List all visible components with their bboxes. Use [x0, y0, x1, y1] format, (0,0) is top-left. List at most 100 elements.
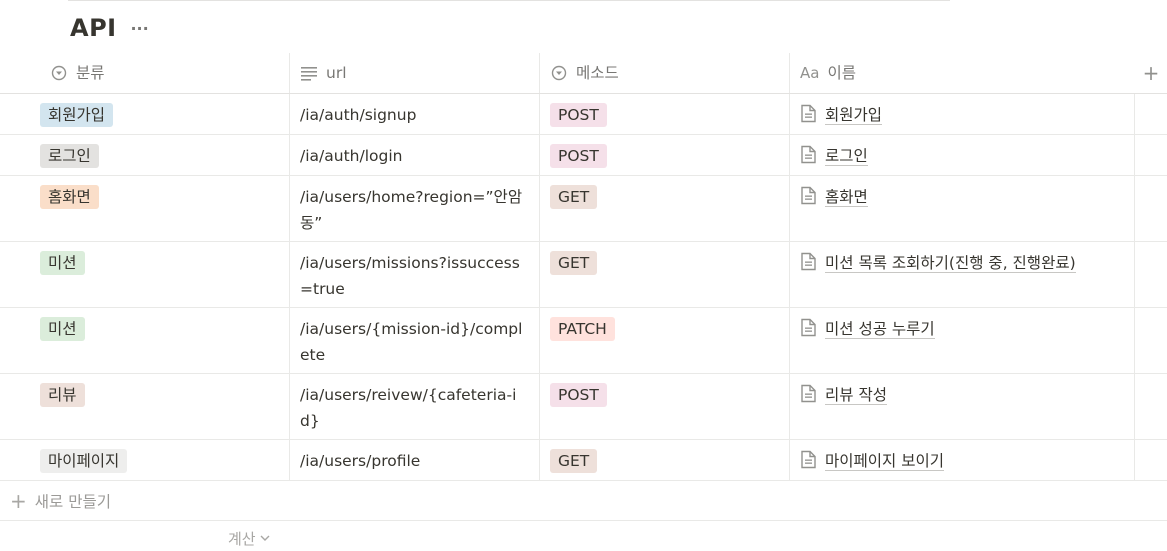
method-cell[interactable]: POST [540, 135, 790, 175]
column-header-label: 메소드 [576, 64, 619, 82]
empty-cell [1135, 374, 1167, 439]
page-title: 회원가입 [825, 106, 883, 125]
chevron-down-icon [260, 532, 270, 545]
database-table: 분류 url 메소드 Aa 이름 + 회원가입/ia/auth/signup PO… [0, 53, 1167, 481]
page-title: 홈화면 [825, 188, 868, 207]
method-tag: POST [550, 103, 607, 127]
page-icon [800, 384, 817, 411]
add-column-button[interactable]: + [1135, 53, 1167, 93]
category-cell[interactable]: 로그인 [0, 135, 290, 175]
method-cell[interactable]: POST [540, 374, 790, 439]
method-tag: GET [550, 449, 598, 473]
page-icon [800, 252, 817, 279]
table-header-row: 분류 url 메소드 Aa 이름 + [0, 53, 1167, 94]
column-header-url[interactable]: url [290, 53, 540, 93]
table-row[interactable]: 미션/ia/users/missions?issuccess=true GET 미션… [0, 242, 1167, 308]
name-cell[interactable]: 마이페이지 보이기 [790, 440, 1135, 480]
page-title: 마이페이지 보이기 [825, 452, 945, 471]
more-horizontal-icon[interactable]: ··· [129, 17, 151, 39]
database-title[interactable]: API [70, 14, 117, 42]
name-cell[interactable]: 회원가입 [790, 94, 1135, 134]
url-cell[interactable]: /ia/users/missions?issuccess=true [290, 242, 540, 307]
column-header-label: 이름 [827, 64, 856, 82]
method-tag: GET [550, 185, 598, 209]
column-header-category[interactable]: 분류 [0, 53, 290, 93]
url-cell[interactable]: /ia/auth/login [290, 135, 540, 175]
table-row[interactable]: 마이페이지/ia/users/profile GET 마이페이지 보이기 [0, 440, 1167, 481]
empty-cell [1135, 176, 1167, 241]
plus-icon: + [1142, 61, 1160, 85]
page-link[interactable]: 홈화면 [800, 184, 1124, 213]
method-tag: GET [550, 251, 598, 275]
page-title: 리뷰 작성 [825, 386, 887, 405]
title-icon: Aa [800, 64, 820, 82]
select-icon [50, 64, 68, 82]
table-row[interactable]: 회원가입/ia/auth/signup POST 회원가입 [0, 94, 1167, 135]
page-link[interactable]: 로그인 [800, 143, 1124, 172]
table-row[interactable]: 미션/ia/users/{mission-id}/complete PATCH 미션… [0, 308, 1167, 374]
table-row[interactable]: 홈화면/ia/users/home?region=”안암동” GET 홈화면 [0, 176, 1167, 242]
name-cell[interactable]: 로그인 [790, 135, 1135, 175]
page-icon [800, 186, 817, 213]
category-cell[interactable]: 미션 [0, 242, 290, 307]
url-cell[interactable]: /ia/auth/signup [290, 94, 540, 134]
page-icon [800, 104, 817, 131]
page-link[interactable]: 미션 성공 누루기 [800, 316, 1124, 345]
empty-cell [1135, 94, 1167, 134]
method-cell[interactable]: PATCH [540, 308, 790, 373]
method-cell[interactable]: GET [540, 440, 790, 480]
top-divider [68, 0, 950, 1]
category-cell[interactable]: 마이페이지 [0, 440, 290, 480]
name-cell[interactable]: 리뷰 작성 [790, 374, 1135, 439]
category-tag: 미션 [40, 251, 85, 275]
page-link[interactable]: 미션 목록 조회하기(진행 중, 진행완료) [800, 250, 1124, 279]
empty-cell [1135, 440, 1167, 480]
method-tag: PATCH [550, 317, 615, 341]
new-row-button[interactable]: + 새로 만들기 [0, 482, 1167, 521]
url-cell[interactable]: /ia/users/home?region=”안암동” [290, 176, 540, 241]
column-header-label: url [326, 64, 347, 82]
category-tag: 회원가입 [40, 103, 114, 127]
column-header-method[interactable]: 메소드 [540, 53, 790, 93]
name-cell[interactable]: 미션 성공 누루기 [790, 308, 1135, 373]
method-cell[interactable]: GET [540, 176, 790, 241]
category-cell[interactable]: 회원가입 [0, 94, 290, 134]
text-icon [300, 64, 318, 82]
new-row-label: 새로 만들기 [34, 493, 111, 511]
database-header: API ··· [70, 14, 151, 42]
empty-cell [1135, 308, 1167, 373]
page-title: 미션 목록 조회하기(진행 중, 진행완료) [825, 254, 1076, 273]
method-cell[interactable]: POST [540, 94, 790, 134]
page-link[interactable]: 리뷰 작성 [800, 382, 1124, 411]
table-row[interactable]: 로그인/ia/auth/login POST 로그인 [0, 135, 1167, 176]
calculate-button[interactable]: 계산 [228, 528, 270, 549]
name-cell[interactable]: 홈화면 [790, 176, 1135, 241]
table-row[interactable]: 리뷰/ia/users/reivew/{cafeteria-id} POST 리뷰 … [0, 374, 1167, 440]
plus-icon: + [10, 489, 27, 513]
category-cell[interactable]: 리뷰 [0, 374, 290, 439]
page-icon [800, 450, 817, 477]
category-tag: 로그인 [40, 144, 99, 168]
column-header-name[interactable]: Aa 이름 [790, 53, 1135, 93]
category-tag: 리뷰 [40, 383, 85, 407]
select-icon [550, 64, 568, 82]
page-link[interactable]: 마이페이지 보이기 [800, 448, 1124, 477]
url-cell[interactable]: /ia/users/profile [290, 440, 540, 480]
table-body: 회원가입/ia/auth/signup POST 회원가입로그인/ia/auth/l… [0, 94, 1167, 481]
column-header-label: 분류 [76, 64, 105, 82]
page-icon [800, 145, 817, 172]
method-tag: POST [550, 144, 607, 168]
page-title: 로그인 [825, 147, 868, 166]
url-cell[interactable]: /ia/users/{mission-id}/complete [290, 308, 540, 373]
page-icon [800, 318, 817, 345]
category-tag: 홈화면 [40, 185, 99, 209]
url-cell[interactable]: /ia/users/reivew/{cafeteria-id} [290, 374, 540, 439]
category-tag: 마이페이지 [40, 449, 128, 473]
name-cell[interactable]: 미션 목록 조회하기(진행 중, 진행완료) [790, 242, 1135, 307]
empty-cell [1135, 242, 1167, 307]
method-cell[interactable]: GET [540, 242, 790, 307]
page-title: 미션 성공 누루기 [825, 320, 935, 339]
category-cell[interactable]: 홈화면 [0, 176, 290, 241]
page-link[interactable]: 회원가입 [800, 102, 1124, 131]
category-cell[interactable]: 미션 [0, 308, 290, 373]
